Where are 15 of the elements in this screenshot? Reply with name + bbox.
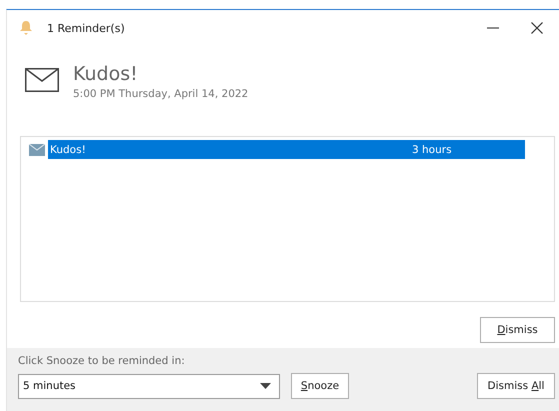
window-title: 1 Reminder(s) (47, 22, 125, 34)
snooze-label: Click Snooze to be reminded in: (18, 355, 186, 367)
envelope-icon (25, 68, 59, 92)
caret-icon (260, 383, 271, 389)
due-date: 5:00 PM Thursday, April 14, 2022 (73, 87, 248, 102)
bell-icon (19, 20, 33, 36)
snooze-dropdown[interactable]: 5 minutes (18, 374, 280, 398)
mail-icon (29, 144, 45, 156)
reminder-item[interactable]: Kudos! 3 hours (48, 140, 525, 159)
snooze-button[interactable]: Snooze (291, 373, 349, 399)
dismiss-button[interactable]: Dismiss (480, 317, 555, 343)
dismiss-all-button[interactable]: Dismiss All (477, 373, 555, 399)
close-icon (531, 22, 543, 34)
reminder-subject: Kudos! (73, 62, 139, 86)
minimize-icon (487, 27, 499, 29)
